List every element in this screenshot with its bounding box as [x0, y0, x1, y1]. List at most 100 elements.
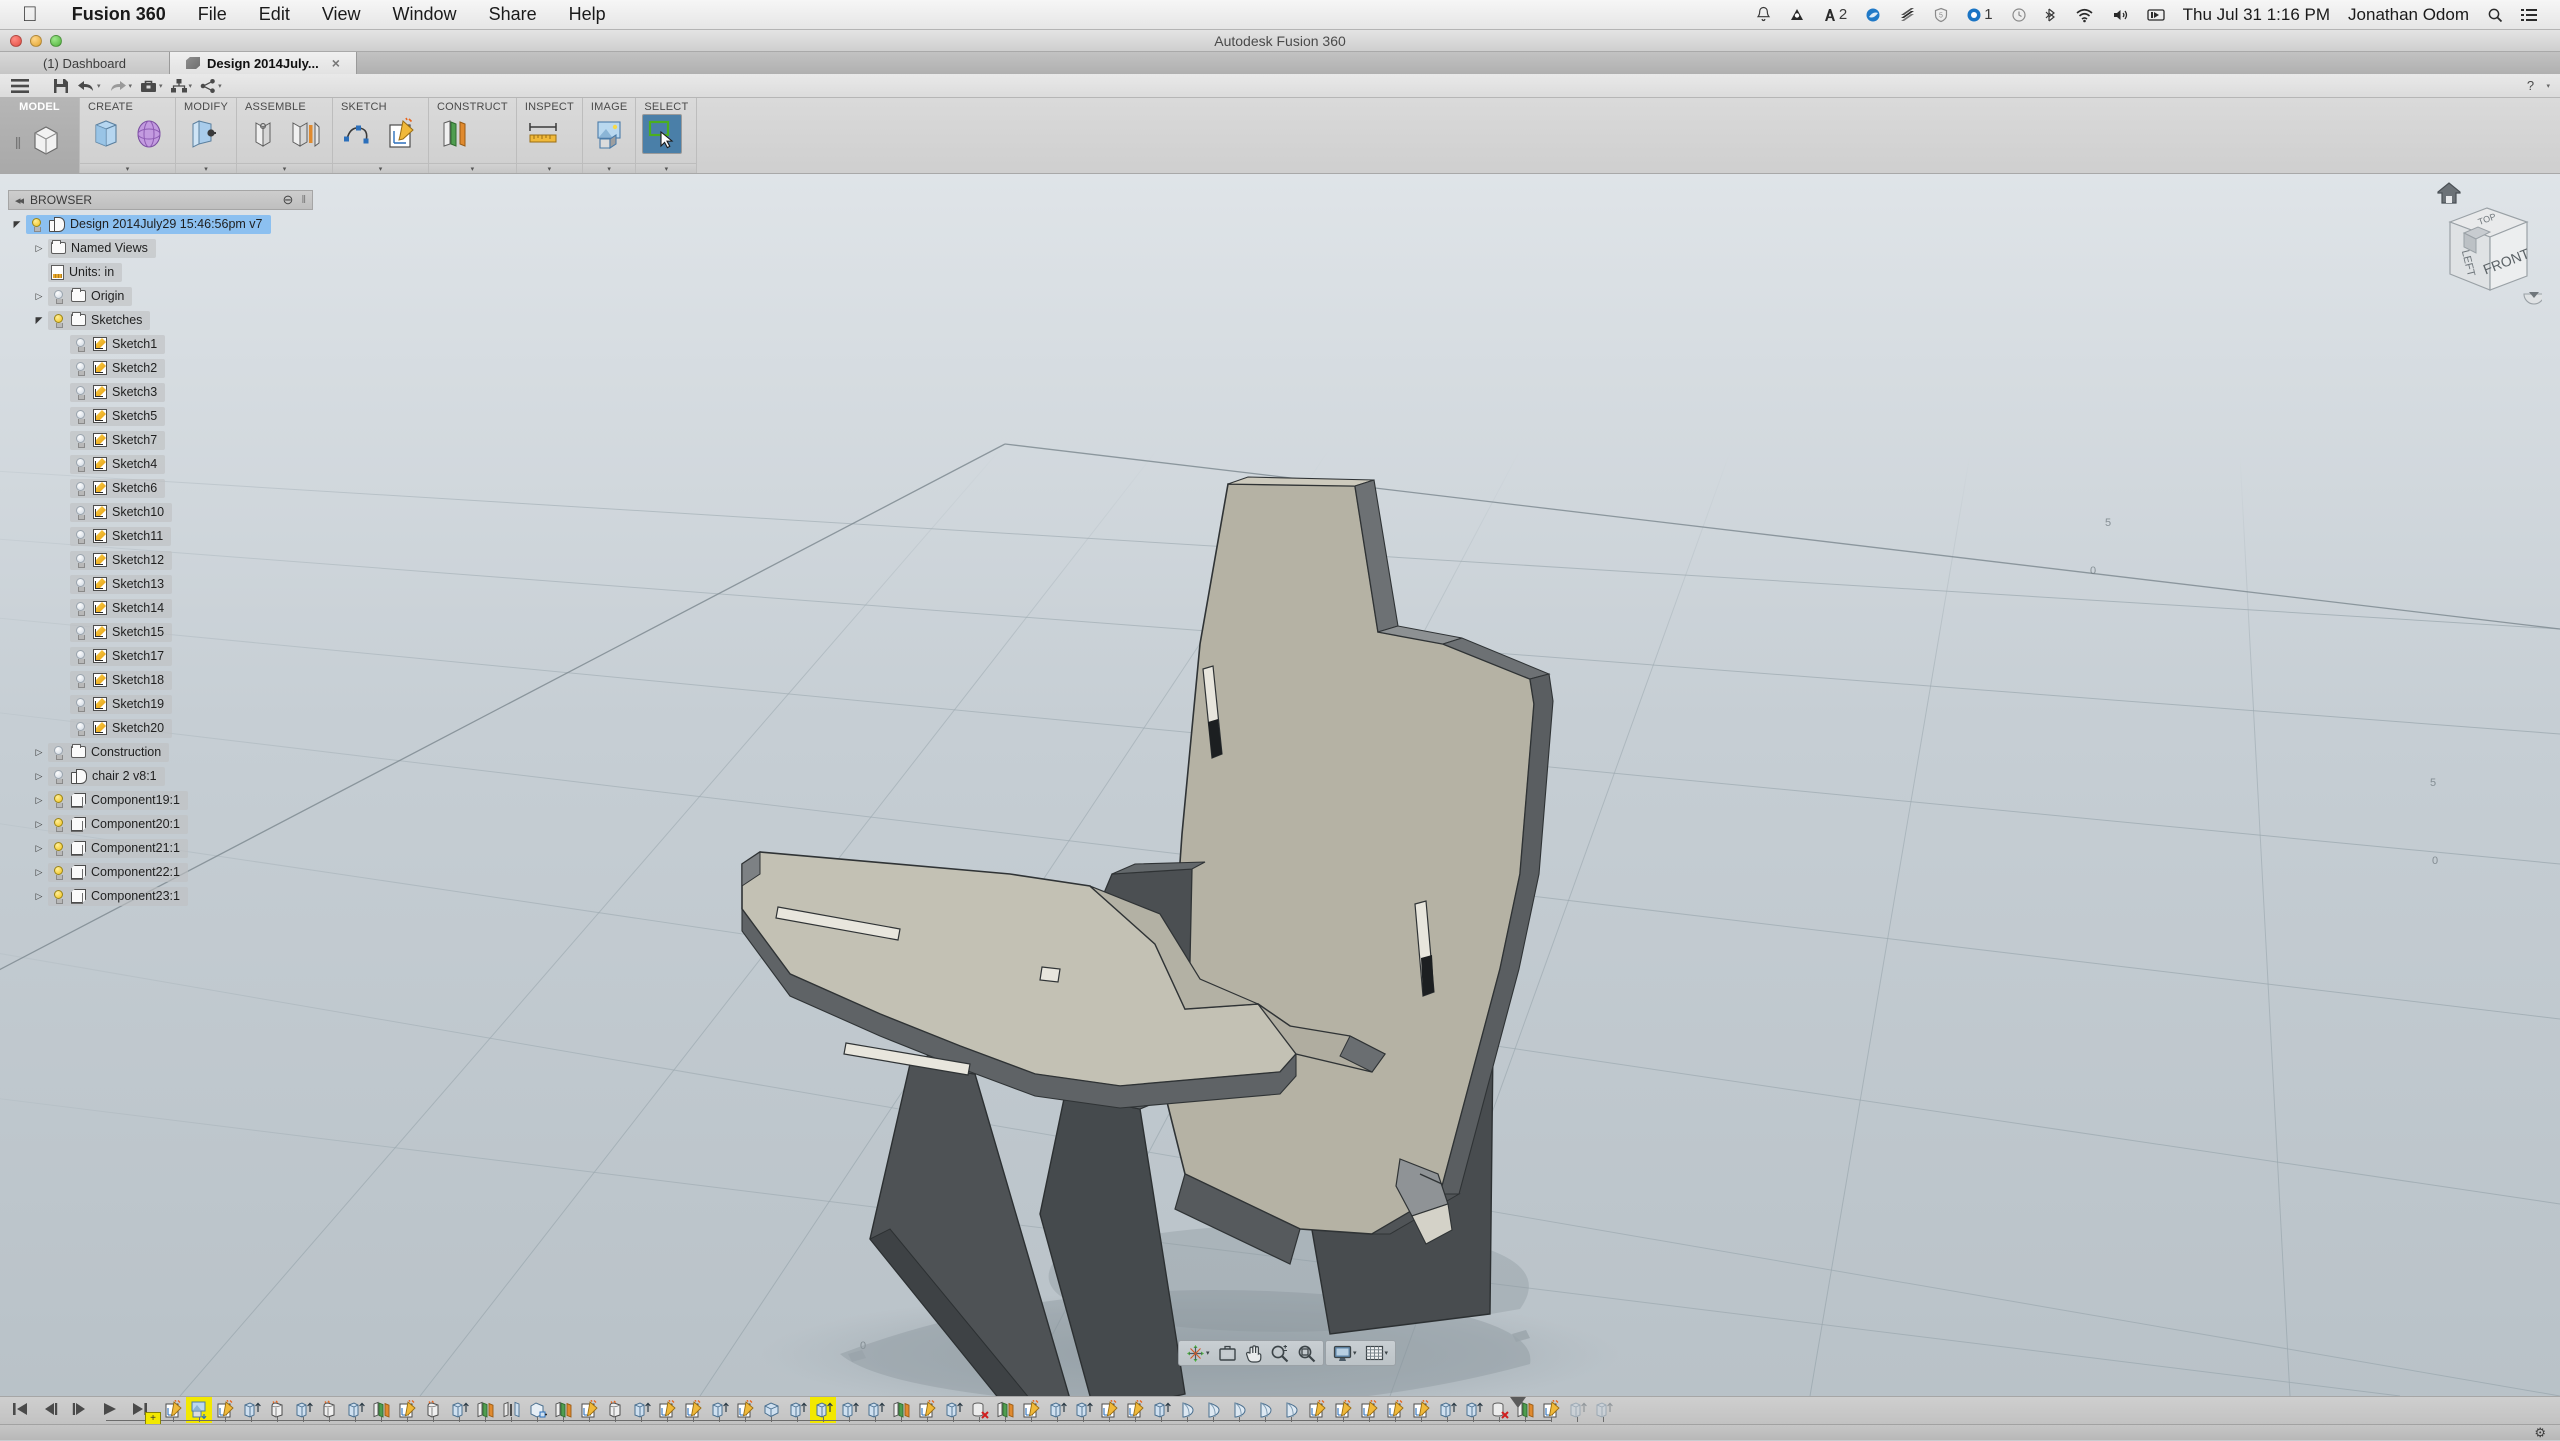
visibility-bulb-icon[interactable] — [73, 361, 88, 376]
grip-icon[interactable]: ‖ — [301, 194, 306, 206]
browser-node-chip[interactable]: Sketch15 — [70, 623, 172, 642]
browser-node-chip[interactable]: Sketch19 — [70, 695, 172, 714]
browser-node-chip[interactable]: Sketch3 — [70, 383, 165, 402]
visibility-bulb-icon[interactable] — [51, 841, 66, 856]
tab-design-document[interactable]: Design 2014July... × — [170, 52, 357, 74]
visibility-bulb-icon[interactable] — [29, 217, 44, 232]
display-settings-button[interactable]: ▾ — [1330, 1342, 1360, 1364]
menu-help[interactable]: Help — [553, 4, 622, 25]
create-box-button[interactable] — [86, 114, 126, 154]
expander-icon[interactable]: ◤ — [30, 315, 48, 326]
select-panel-overflow-caret[interactable]: ▾ — [636, 163, 696, 173]
browser-node-chip[interactable]: Origin — [48, 287, 132, 306]
visibility-bulb-icon[interactable] — [51, 817, 66, 832]
browser-node-chip[interactable]: Construction — [48, 743, 169, 762]
browser-node-chip[interactable]: Design 2014July29 15:46:56pm v7 — [26, 215, 271, 234]
workspace-switcher[interactable]: MODEL ‖ — [0, 98, 80, 173]
play-button[interactable] — [102, 1402, 118, 1419]
select-tool-button[interactable] — [642, 114, 682, 154]
volume-icon[interactable] — [2103, 7, 2138, 23]
browser-tree-row[interactable]: ▷Component19:1 — [8, 788, 308, 812]
browser-node-chip[interactable]: Sketch7 — [70, 431, 165, 450]
tab-dashboard[interactable]: (1) Dashboard — [0, 52, 170, 74]
visibility-bulb-icon[interactable] — [73, 433, 88, 448]
browser-tree-row[interactable]: Sketch18 — [8, 668, 308, 692]
zoom-button[interactable] — [1267, 1342, 1292, 1364]
orbit-caret-icon[interactable]: ▾ — [1206, 1349, 1210, 1357]
expander-icon[interactable]: ▷ — [30, 891, 48, 902]
notification-center-icon[interactable] — [2512, 8, 2546, 22]
go-to-beginning-button[interactable] — [12, 1402, 28, 1419]
construct-offset-plane-button[interactable] — [435, 114, 475, 154]
menu-bar-username[interactable]: Jonathan Odom — [2339, 5, 2478, 25]
chair-model[interactable] — [0, 174, 2560, 1396]
menu-button[interactable] — [8, 75, 32, 97]
view-cube[interactable]: TOP LEFT FRONT — [2402, 174, 2542, 264]
browser-tree-row[interactable]: ▷Named Views — [8, 236, 308, 260]
browser-tree-row[interactable]: ▷Component23:1 — [8, 884, 308, 908]
visibility-bulb-icon[interactable] — [51, 865, 66, 880]
help-icon[interactable]: ? — [2520, 75, 2540, 97]
browser-node-chip[interactable]: Sketch11 — [70, 527, 171, 546]
inspect-measure-button[interactable] — [523, 114, 563, 154]
visibility-bulb-icon[interactable] — [73, 601, 88, 616]
assembly-caret-icon[interactable]: ▾ — [189, 82, 193, 90]
visibility-bulb-icon[interactable] — [51, 889, 66, 904]
menu-edit[interactable]: Edit — [243, 4, 306, 25]
menu-bar-clock[interactable]: Thu Jul 31 1:16 PM — [2174, 5, 2339, 25]
browser-node-chip[interactable]: Component23:1 — [48, 887, 188, 906]
browser-tree-row[interactable]: Sketch12 — [8, 548, 308, 572]
look-at-button[interactable] — [1215, 1342, 1240, 1364]
clock-icon[interactable] — [2002, 7, 2036, 23]
image-canvas-button[interactable] — [589, 114, 629, 154]
wifi-icon[interactable] — [2066, 7, 2103, 23]
share-caret-icon[interactable]: ▾ — [218, 82, 222, 90]
modify-panel-overflow-caret[interactable]: ▾ — [176, 163, 236, 173]
visibility-bulb-icon[interactable] — [73, 457, 88, 472]
assembly-button[interactable]: ▾ — [168, 75, 196, 97]
browser-node-chip[interactable]: Component20:1 — [48, 815, 188, 834]
browser-node-chip[interactable]: Sketch6 — [70, 479, 165, 498]
adobe-icon[interactable]: 2 — [1814, 6, 1856, 23]
waves-icon[interactable] — [1890, 7, 1925, 23]
browser-tree-row[interactable]: ▷Component20:1 — [8, 812, 308, 836]
assemble-joint-button[interactable] — [243, 114, 283, 154]
apple-menu-icon[interactable]:  — [22, 4, 38, 25]
visibility-bulb-icon[interactable] — [73, 721, 88, 736]
assemble-panel-overflow-caret[interactable]: ▾ — [237, 163, 332, 173]
panel-caret-icon[interactable]: ▾ — [2546, 82, 2550, 90]
inspect-panel-overflow-caret[interactable]: ▾ — [517, 163, 582, 173]
expander-icon[interactable]: ▷ — [30, 867, 48, 878]
3d-viewport-canvas[interactable]: 5 0 5 0 5 0 — [0, 174, 2560, 1396]
bluetooth-icon[interactable] — [2036, 7, 2066, 23]
browser-node-chip[interactable]: Sketch13 — [70, 575, 172, 594]
browser-node-chip[interactable]: Component22:1 — [48, 863, 188, 882]
visibility-bulb-icon[interactable] — [73, 337, 88, 352]
browser-tree-row[interactable]: ▷Origin — [8, 284, 308, 308]
browser-tree-row[interactable]: Sketch11 — [8, 524, 308, 548]
browser-tree-row[interactable]: Sketch14 — [8, 596, 308, 620]
step-back-button[interactable] — [42, 1402, 58, 1419]
browser-node-chip[interactable]: chair 2 v8:1 — [48, 767, 165, 786]
expander-icon[interactable]: ▷ — [30, 843, 48, 854]
browser-tree-row[interactable]: Sketch5 — [8, 404, 308, 428]
create-sketch-button[interactable] — [382, 114, 422, 154]
browser-tree-row[interactable]: Sketch10 — [8, 500, 308, 524]
visibility-bulb-icon[interactable] — [73, 673, 88, 688]
browser-node-chip[interactable]: Component21:1 — [48, 839, 188, 858]
visibility-bulb-icon[interactable] — [73, 649, 88, 664]
expander-icon[interactable]: ▷ — [30, 291, 48, 302]
visibility-bulb-icon[interactable] — [51, 793, 66, 808]
redo-caret-icon[interactable]: ▾ — [129, 82, 133, 90]
visibility-bulb-icon[interactable] — [73, 529, 88, 544]
browser-tree-row[interactable]: Sketch13 — [8, 572, 308, 596]
grid-snaps-caret-icon[interactable]: ▾ — [1385, 1349, 1389, 1357]
fit-button[interactable] — [1294, 1342, 1319, 1364]
expander-icon[interactable]: ▷ — [30, 747, 48, 758]
timeline-ruler[interactable] — [106, 1420, 1552, 1421]
browser-node-chip[interactable]: Sketches — [48, 311, 150, 330]
display-settings-caret-icon[interactable]: ▾ — [1353, 1349, 1357, 1357]
browser-node-chip[interactable]: Sketch14 — [70, 599, 172, 618]
browser-tree-row[interactable]: ◤Design 2014July29 15:46:56pm v7 — [8, 212, 308, 236]
browser-node-chip[interactable]: Sketch5 — [70, 407, 165, 426]
